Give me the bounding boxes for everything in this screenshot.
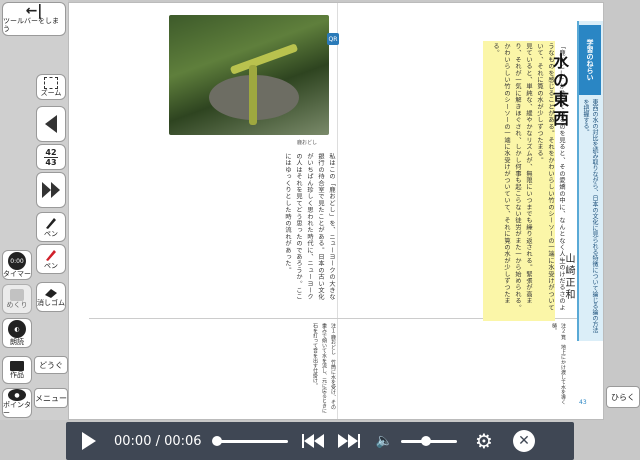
pointer-icon: ● bbox=[8, 389, 26, 401]
pen-red-button[interactable]: ペン bbox=[36, 244, 66, 274]
page-next: 43 bbox=[45, 157, 57, 167]
qr-link-icon[interactable]: QR bbox=[327, 33, 339, 45]
timer-button[interactable]: 0:00 タイマー bbox=[2, 250, 32, 280]
photo-caption: 鹿おどし bbox=[297, 140, 318, 146]
shishi-odoshi-photo[interactable] bbox=[169, 15, 329, 135]
volume-slider[interactable] bbox=[401, 435, 458, 446]
volume-knob[interactable] bbox=[421, 435, 432, 446]
double-chevron-right-icon bbox=[42, 182, 60, 198]
works-button[interactable]: 作品 bbox=[2, 356, 32, 384]
eraser-label: 消しゴム bbox=[37, 299, 65, 307]
play-icon[interactable] bbox=[82, 432, 96, 450]
speaker-head-icon: ◐ bbox=[8, 320, 26, 338]
tools-button[interactable]: どうぐ bbox=[34, 356, 68, 374]
page-number: 43 bbox=[579, 399, 587, 406]
seek-knob[interactable] bbox=[211, 435, 222, 446]
left-page-notes: 注１ 鹿おどし 竹筒に水を受け、その重みで傾いて水を流し、元に戻るときに石を打っ… bbox=[312, 323, 336, 413]
triangle-left-icon bbox=[45, 115, 57, 133]
close-icon[interactable]: ✕ bbox=[512, 430, 535, 452]
page-flip-icon bbox=[10, 289, 24, 301]
pen2-label: ペン bbox=[44, 262, 58, 270]
zoom-button[interactable]: ズーム bbox=[36, 74, 66, 100]
learning-aim-text: 東西の水の対比を読み取りながら、日本の文化に見られる特徴について論じる論の方法を… bbox=[582, 99, 598, 333]
page-flip-button[interactable]: めくり bbox=[2, 284, 32, 314]
hide-toolbar-label: ツールバーをしまう bbox=[3, 17, 59, 33]
pointer-button[interactable]: ● ポインター bbox=[2, 388, 32, 418]
arrow-left-icon: ←| bbox=[25, 3, 43, 19]
mekuri-label: めくり bbox=[6, 301, 28, 309]
eraser-button[interactable]: 消しゴム bbox=[36, 282, 66, 312]
photo-bamboo-post bbox=[249, 65, 257, 125]
gear-icon[interactable]: ⚙ bbox=[475, 431, 493, 451]
prev-page-button[interactable] bbox=[36, 106, 66, 142]
pen-icon bbox=[46, 218, 56, 229]
seek-bar[interactable] bbox=[211, 435, 288, 446]
skip-back-icon[interactable] bbox=[301, 434, 324, 448]
author-name: 山崎正和 bbox=[563, 253, 574, 301]
left-toolbar: ←| ツールバーをしまう ズーム 42 43 ペン ペン 消しゴム 0:00 タ… bbox=[0, 0, 68, 420]
right-body-text: 見ていると、単純な、緩やかなリズムが、無限にいつまでも繰り返される。緊張が高まり… bbox=[492, 43, 532, 311]
right-page-body: 「鹿おどし」が動いているのを見ると、その愛嬌の中に、なんとなく人生のけだるさのよ… bbox=[355, 43, 567, 313]
pen-red-icon bbox=[46, 250, 56, 261]
audio-player-bar: 00:00 / 00:06 🔈 ⚙ ✕ bbox=[66, 422, 574, 460]
pen-label: ペン bbox=[44, 230, 58, 238]
hide-toolbar-button[interactable]: ←| ツールバーをしまう bbox=[2, 2, 66, 36]
sakuhin-label: 作品 bbox=[10, 371, 24, 379]
book-spine bbox=[337, 3, 338, 419]
open-label: ひらく bbox=[611, 392, 635, 402]
menu-label: メニュー bbox=[35, 393, 67, 403]
timer-icon: 0:00 bbox=[8, 252, 26, 270]
dougu-label: どうぐ bbox=[39, 360, 63, 370]
pen-black-button[interactable]: ペン bbox=[36, 212, 66, 242]
page-indicator: 42 43 bbox=[36, 144, 66, 170]
photo-bamboo bbox=[229, 43, 299, 75]
lesson-title: 水の東西 bbox=[550, 53, 569, 129]
page-current: 42 bbox=[45, 147, 57, 157]
right-page-notes: 注２ 筧 地上にかけ渡して水を導く樋。 bbox=[551, 323, 566, 405]
pointer-label: ポインター bbox=[3, 401, 31, 417]
menu-button[interactable]: メニュー bbox=[34, 388, 68, 408]
open-button[interactable]: ひらく bbox=[606, 386, 640, 408]
read-label: 朗読 bbox=[10, 338, 24, 346]
left-page-body: 私はこの「鹿おどし」を、ニューヨークの大きな銀行の待合室で見たことがある。日本の… bbox=[284, 153, 335, 301]
works-icon bbox=[10, 361, 24, 371]
eraser-icon bbox=[45, 289, 57, 298]
zoom-icon bbox=[44, 77, 58, 89]
next-page-button[interactable] bbox=[36, 172, 66, 208]
volume-icon[interactable]: 🔈 bbox=[376, 433, 393, 449]
playback-time: 00:00 / 00:06 bbox=[114, 433, 202, 449]
zoom-label: ズーム bbox=[40, 89, 62, 97]
timer-label: タイマー bbox=[3, 270, 31, 278]
learning-aim-label: 学習のねらい bbox=[579, 25, 601, 95]
textbook-spread: 鹿おどし QR 私はこの「鹿おどし」を、ニューヨークの大きな銀行の待合室で見たこ… bbox=[68, 2, 604, 420]
read-aloud-button[interactable]: ◐ 朗読 bbox=[2, 318, 32, 348]
skip-forward-icon[interactable] bbox=[337, 434, 360, 448]
